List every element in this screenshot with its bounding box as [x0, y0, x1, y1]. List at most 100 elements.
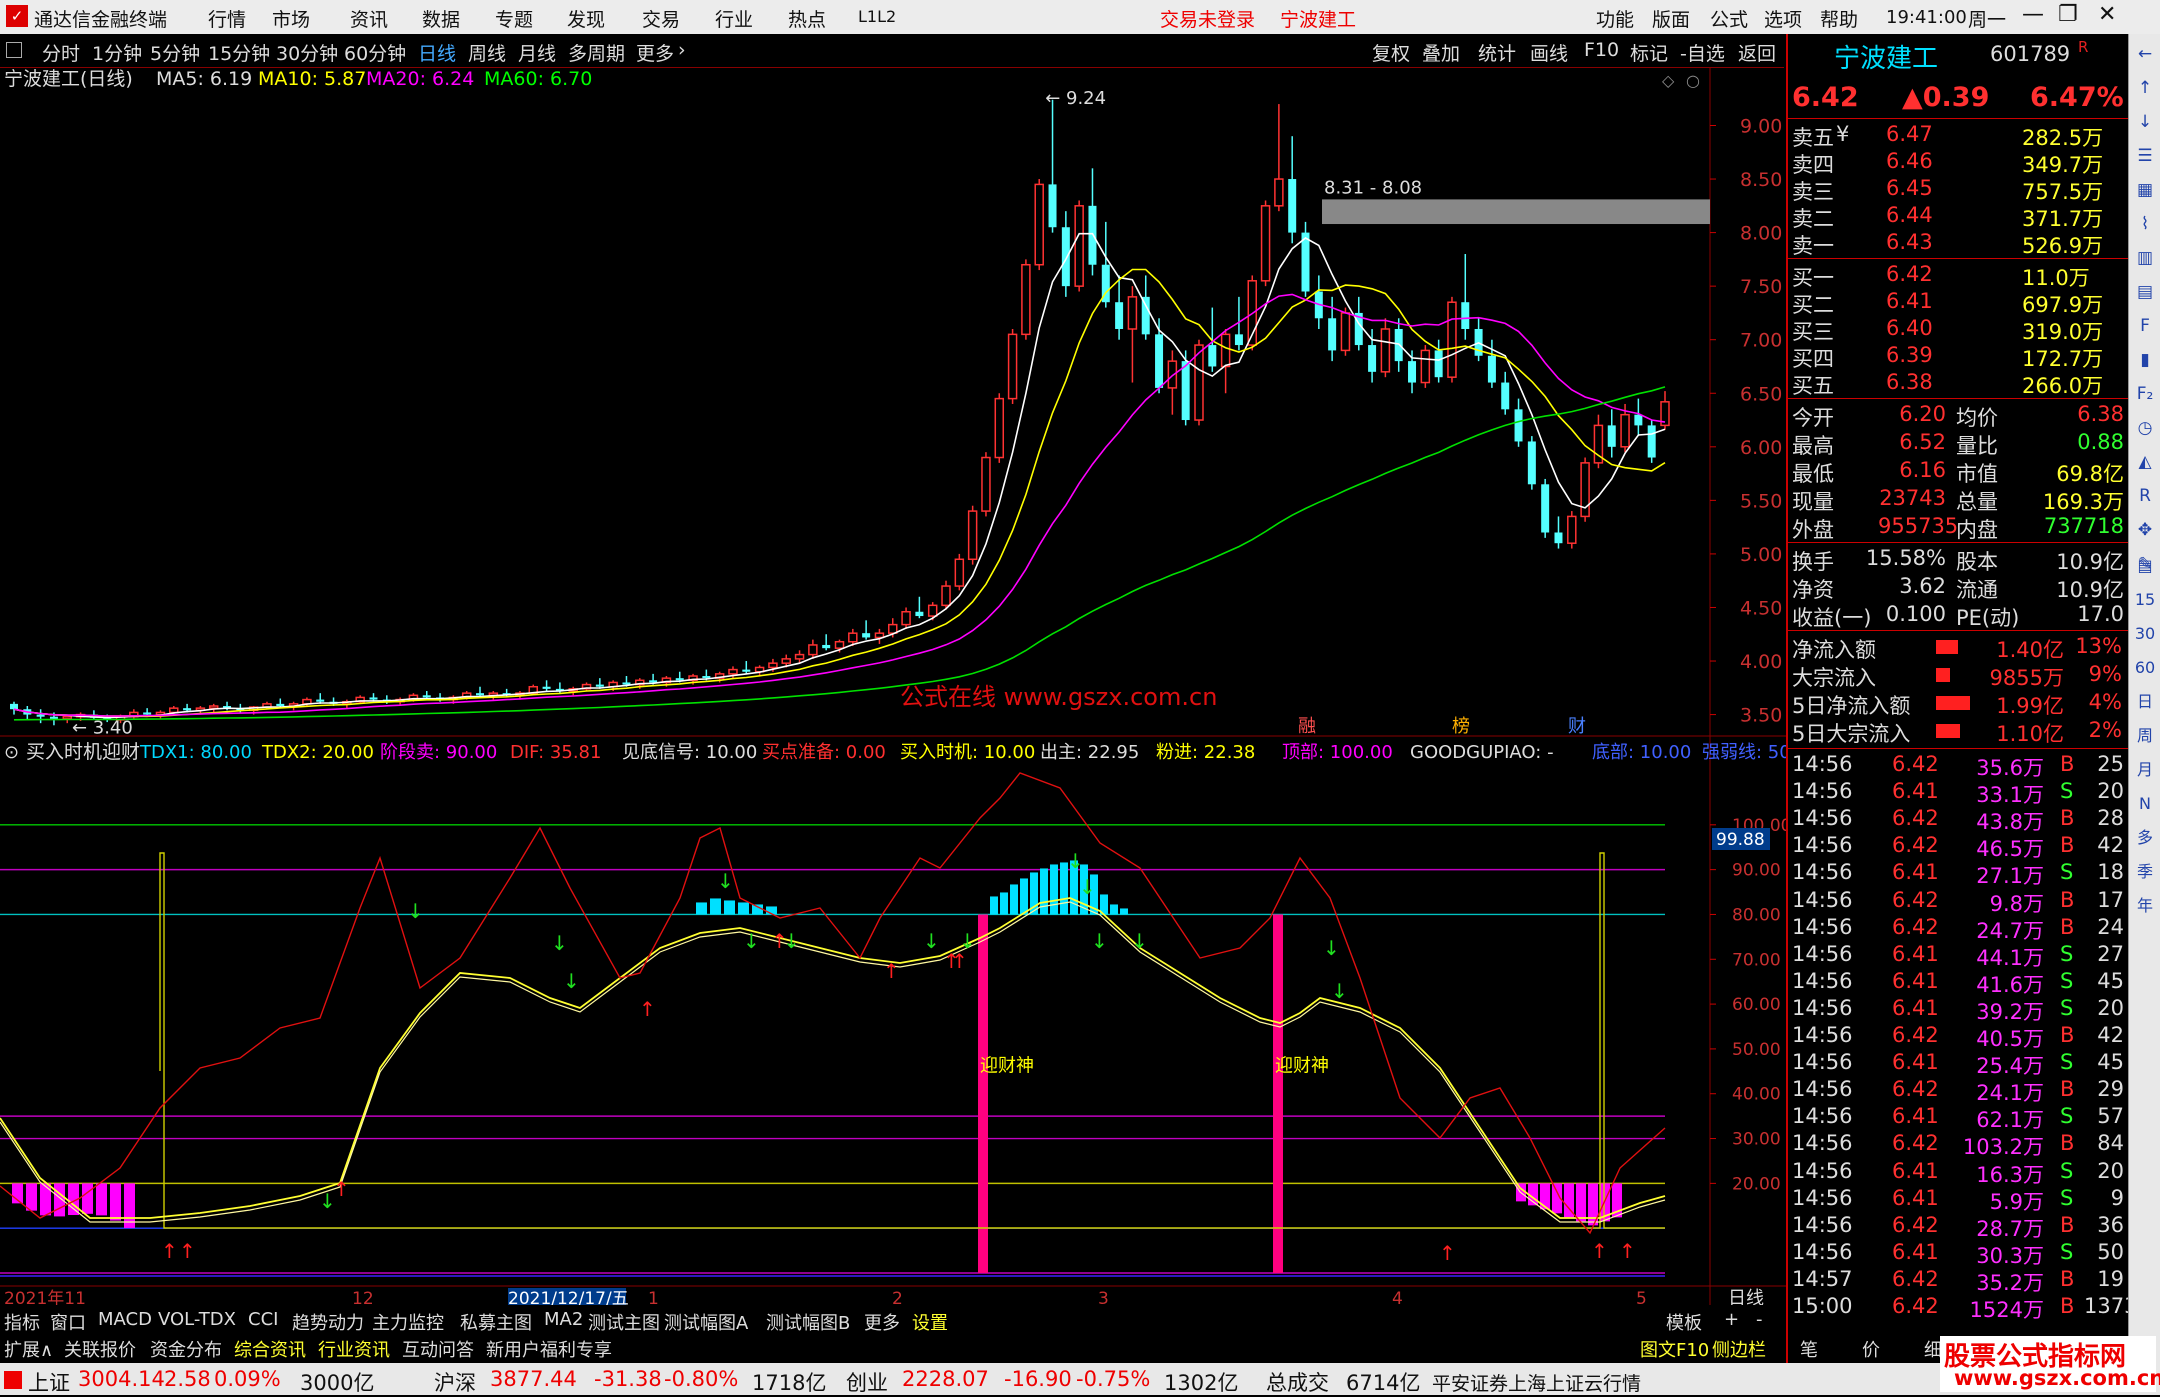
period-tab-6[interactable]: 日线 — [418, 39, 456, 66]
N-icon[interactable]: N — [2133, 792, 2157, 816]
日-icon[interactable]: 日 — [2133, 690, 2157, 714]
ext-tab-2[interactable]: 资金分布 — [150, 1336, 222, 1362]
ext-tab-6[interactable]: 新用户福利专享 — [486, 1336, 612, 1362]
event-tag-0[interactable]: 融 — [1298, 716, 1316, 737]
bottom-tab-9[interactable]: 测试主图 — [588, 1309, 660, 1335]
rsi-icon[interactable]: R — [2133, 484, 2157, 508]
menu-item-9[interactable]: L1L2 — [858, 7, 896, 26]
arrow-left-icon[interactable]: ← — [2133, 42, 2157, 66]
doc2-icon[interactable]: ▤ — [2133, 554, 2157, 578]
chart-kline-icon[interactable]: ▮ — [2133, 348, 2157, 372]
bottom-tab-4[interactable]: CCI — [248, 1309, 278, 1330]
ext-tab-5[interactable]: 互动问答 — [402, 1336, 474, 1362]
toolbar-action-3[interactable]: 画线 — [1530, 39, 1568, 66]
period-tab-0[interactable]: 分时 — [42, 39, 80, 66]
menu-item-6[interactable]: 交易 — [642, 5, 680, 32]
年-icon[interactable]: 年 — [2133, 894, 2157, 918]
15-icon[interactable]: 15 — [2133, 588, 2157, 612]
detail-tab-0[interactable]: 笔 — [1800, 1336, 1818, 1362]
toolbar-action-0[interactable]: 复权 — [1372, 39, 1410, 66]
f10-tab[interactable]: 图文F10 — [1640, 1336, 1709, 1362]
zoom-in-button[interactable]: + — [1724, 1309, 1739, 1330]
arrow-up-icon[interactable]: ↑ — [2133, 76, 2157, 100]
settings-icon[interactable]: ○ — [1686, 71, 1700, 90]
right-menu-item-3[interactable]: 选项 — [1764, 5, 1802, 32]
menu-item-8[interactable]: 热点 — [788, 5, 826, 32]
chart-area-icon[interactable]: ◭ — [2133, 450, 2157, 474]
周-icon[interactable]: 周 — [2133, 724, 2157, 748]
bottom-tab-10[interactable]: 测试幅图A — [664, 1309, 748, 1335]
move-icon[interactable]: ✥ — [2133, 518, 2157, 542]
period-tab-8[interactable]: 月线 — [518, 39, 556, 66]
period-tab-9[interactable]: 多周期 — [568, 39, 625, 66]
right-menu-item-2[interactable]: 公式 — [1710, 5, 1748, 32]
多-icon[interactable]: 多 — [2133, 826, 2157, 850]
period-tab-3[interactable]: 15分钟 — [208, 39, 270, 66]
menu-item-1[interactable]: 市场 — [272, 5, 310, 32]
menu-item-4[interactable]: 专题 — [495, 5, 533, 32]
more-chevron-icon[interactable]: › — [678, 39, 686, 61]
minimize-icon[interactable]: — — [2022, 2, 2044, 27]
季-icon[interactable]: 季 — [2133, 860, 2157, 884]
event-tag-1[interactable]: 榜 — [1452, 716, 1470, 737]
menu-item-2[interactable]: 资讯 — [350, 5, 388, 32]
bottom-tab-12[interactable]: 更多 — [864, 1309, 900, 1335]
bottom-tab-13[interactable]: 设置 — [912, 1309, 948, 1335]
event-tag-2[interactable]: 财 — [1568, 716, 1586, 737]
period-tab-4[interactable]: 30分钟 — [276, 39, 338, 66]
list-icon[interactable]: ☰ — [2133, 144, 2157, 168]
bottom-tab-11[interactable]: 测试幅图B — [766, 1309, 850, 1335]
doc-icon[interactable]: ▤ — [2133, 280, 2157, 304]
indicator-toggle-icon[interactable]: ⊙ — [4, 742, 19, 763]
bottom-tab-5[interactable]: 趋势动力 — [292, 1309, 364, 1335]
bottom-tab-3[interactable]: VOL-TDX — [158, 1309, 236, 1330]
right-menu-item-0[interactable]: 功能 — [1596, 5, 1634, 32]
diamond-icon[interactable]: ◇ — [1662, 71, 1675, 90]
toolbar-action-6[interactable]: -自选 — [1680, 39, 1725, 66]
toolbar-action-1[interactable]: 叠加 — [1422, 39, 1460, 66]
menu-item-5[interactable]: 发现 — [567, 5, 605, 32]
f10-icon[interactable]: F — [2133, 314, 2157, 338]
toolbar-action-4[interactable]: F10 — [1584, 39, 1619, 61]
chart-bar-icon[interactable]: ▥ — [2133, 246, 2157, 270]
toolbar-action-7[interactable]: 返回 — [1738, 39, 1776, 66]
detail-tab-1[interactable]: 价 — [1862, 1336, 1880, 1362]
period-tab-10[interactable]: 更多 — [636, 39, 674, 66]
period-tab-5[interactable]: 60分钟 — [344, 39, 406, 66]
ext-tab-0[interactable]: 扩展∧ — [4, 1336, 53, 1362]
60-icon[interactable]: 60 — [2133, 656, 2157, 680]
f2-icon[interactable]: F₂ — [2133, 382, 2157, 406]
clock-icon[interactable]: ◷ — [2133, 416, 2157, 440]
kline-chart-area[interactable]: 9.00 8.50 8.00 7.50 7.00 6.50 6.00 5.50 5.00 4.50… — [0, 68, 1786, 1305]
chart-line-icon[interactable]: ⌇ — [2133, 212, 2157, 236]
月-icon[interactable]: 月 — [2133, 758, 2157, 782]
bottom-tab-2[interactable]: MACD — [98, 1309, 152, 1330]
ext-tab-3[interactable]: 综合资讯 — [234, 1336, 306, 1362]
close-icon[interactable]: ✕ — [2098, 2, 2116, 27]
arrow-down-icon[interactable]: ↓ — [2133, 110, 2157, 134]
right-menu-item-1[interactable]: 版面 — [1652, 5, 1690, 32]
30-icon[interactable]: 30 — [2133, 622, 2157, 646]
menu-item-0[interactable]: 行情 — [208, 5, 246, 32]
restore-icon[interactable]: ❐ — [2058, 2, 2078, 27]
ext-tab-4[interactable]: 行业资讯 — [318, 1336, 390, 1362]
grid-icon[interactable]: ▦ — [2133, 178, 2157, 202]
zoom-out-button[interactable]: - — [1756, 1309, 1763, 1330]
panel-toggle-icon[interactable] — [6, 42, 22, 58]
bottom-tab-6[interactable]: 主力监控 — [372, 1309, 444, 1335]
period-tab-7[interactable]: 周线 — [468, 39, 506, 66]
bottom-tab-0[interactable]: 指标 — [4, 1309, 40, 1335]
login-status[interactable]: 交易未登录 — [1160, 5, 1255, 32]
template-tab[interactable]: 模板 — [1666, 1309, 1702, 1335]
toolbar-action-5[interactable]: 标记 — [1630, 39, 1668, 66]
right-menu-item-4[interactable]: 帮助 — [1820, 5, 1858, 32]
menu-item-3[interactable]: 数据 — [422, 5, 460, 32]
bottom-tab-8[interactable]: MA2 — [544, 1309, 583, 1330]
bottom-tab-1[interactable]: 窗口 — [50, 1309, 86, 1335]
menu-item-7[interactable]: 行业 — [715, 5, 753, 32]
period-tab-1[interactable]: 1分钟 — [92, 39, 142, 66]
period-tab-2[interactable]: 5分钟 — [150, 39, 200, 66]
ext-tab-1[interactable]: 关联报价 — [64, 1336, 136, 1362]
toolbar-action-2[interactable]: 统计 — [1478, 39, 1516, 66]
bottom-tab-7[interactable]: 私募主图 — [460, 1309, 532, 1335]
